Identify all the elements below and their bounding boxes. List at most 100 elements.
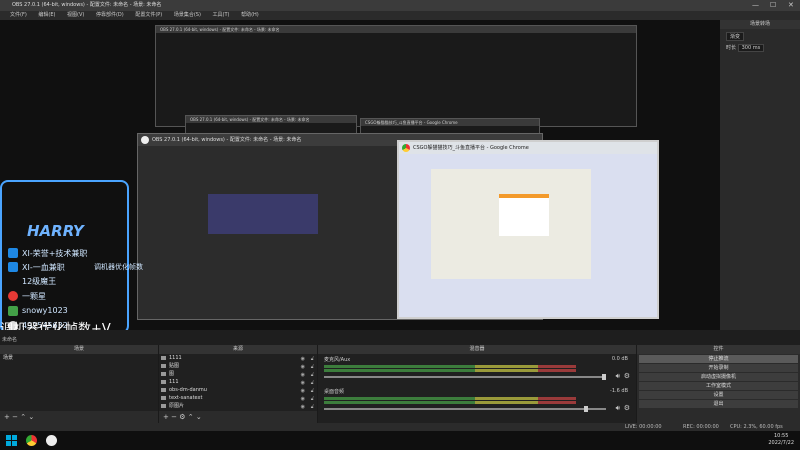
captured-obs-title: OBS 27.0.1 (64-bit, windows) - 配置文件: 未命名… [152,137,302,143]
browser-source-icon [161,388,166,392]
source-down-button[interactable]: ⌄ [196,413,202,421]
obs-logo-icon [141,136,149,144]
clock-time: 10:55 [773,433,789,439]
close-button[interactable]: ✕ [788,0,794,11]
overlay-big-text: 调机器优化帧数+V [0,322,111,330]
wechat-icon [8,306,18,316]
menu-profile[interactable]: 配置文件(P) [135,12,162,18]
lock-icon[interactable]: 🔓︎ [311,403,314,411]
duration-input[interactable]: 300 ms [737,44,765,52]
eye-icon[interactable]: ◉ [301,403,305,411]
minimize-button[interactable]: — [752,0,759,11]
current-scene-label: 未命名 [2,337,18,343]
menu-tools[interactable]: 工具(T) [213,12,230,18]
scene-transitions-panel: 场景转场 渐变 时长 300 ms [720,20,800,330]
text-source-icon [161,404,166,408]
chrome-taskbar-icon[interactable] [26,435,37,446]
scene-down-button[interactable]: ⌄ [28,413,34,421]
sources-title: 来源 [159,345,317,354]
mixer-title: 混音器 [318,345,636,354]
cpu-status: CPU: 2.3%, 60.00 fps [730,424,783,430]
transition-select[interactable]: 渐变 [726,32,745,41]
text-source-icon [161,356,166,360]
chrome-logo-icon [402,144,410,152]
menu-view[interactable]: 视图(V) [67,12,84,18]
exit-button[interactable]: 退出 [639,400,798,408]
settings-button[interactable]: 设置 [639,391,798,399]
volume-slider[interactable] [324,406,606,412]
source-item[interactable]: text-sanatext ◉ 🔓︎ [159,394,317,402]
live-status: LIVE: 00:00:00 [625,424,662,430]
volume-slider[interactable] [324,374,606,380]
menu-docks[interactable]: 停靠部件(D) [96,12,124,18]
slider-knob[interactable] [602,374,606,380]
gear-icon[interactable]: ⚙ [624,404,630,412]
streamer-info-overlay: HARRY XI-荣誉+技术兼职 XI-一血兼职 12级魔王 一颗星 snowy… [0,180,143,330]
menu-scene-collection[interactable]: 场景集合(S) [174,12,201,18]
weibo-icon [8,291,18,301]
speaker-icon[interactable]: 🔊︎ [616,372,620,381]
start-recording-button[interactable]: 开始录制 [639,364,798,372]
gear-icon[interactable]: ⚙ [624,372,630,380]
title-bar: OBS 27.0.1 (64-bit, windows) - 配置文件: 未命名… [0,0,800,11]
source-name: 1111 [169,355,182,361]
maximize-button[interactable]: ☐ [770,0,776,11]
studio-mode-button[interactable]: 工作室模式 [639,382,798,390]
mixer-channel-desktop: 桌面音频 -1.6 dB 🔊︎ ⚙ [318,388,636,416]
window-title: OBS 27.0.1 (64-bit, windows) - 配置文件: 未命名… [12,2,162,8]
source-item[interactable]: 1111 ◉ 🔓︎ [159,354,317,362]
scene-item[interactable]: 场景 [0,354,158,362]
controls-title: 控件 [637,345,800,354]
add-source-button[interactable]: + [163,413,169,421]
menu-file[interactable]: 文件(F) [10,12,27,18]
clock[interactable]: 10:55 2022/7/22 [768,433,794,447]
overlay-line-4: 一颗星 [22,292,46,301]
source-name: 贴图 [169,363,180,369]
source-properties-button[interactable]: ⚙ [179,413,185,421]
source-item[interactable]: 111 ◉ 🔓︎ [159,378,317,386]
stop-streaming-button[interactable]: 停止推流 [639,355,798,363]
source-name: 原图片 [169,403,185,409]
menu-help[interactable]: 帮助(H) [241,12,259,18]
obs-taskbar-icon[interactable] [46,435,57,446]
speaker-icon[interactable]: 🔊︎ [616,404,620,413]
channel-name: 麦克风/Aux [324,357,351,363]
menu-bar: 文件(F) 编辑(E) 视图(V) 停靠部件(D) 配置文件(P) 场景集合(S… [0,11,800,20]
overlay-side-text: 调机器优化帧数 [94,263,143,271]
tieba-icon [8,248,18,258]
overlay-line-5: snowy1023 [22,306,68,315]
remove-source-button[interactable]: − [171,413,177,421]
controls-dock: 控件 停止推流 开始录制 启动虚拟摄像机 工作室模式 设置 退出 [637,345,800,423]
scene-up-button[interactable]: ⌃ [20,413,26,421]
taskbar: 10:55 2022/7/22 [0,431,800,450]
level-meter [324,365,576,368]
add-scene-button[interactable]: + [4,413,10,421]
scenes-dock: 场景 场景 + − ⌃ ⌄ [0,345,159,423]
source-item[interactable]: 原图片 ◉ 🔓︎ [159,402,317,410]
menu-edit[interactable]: 编辑(E) [38,12,55,18]
source-name: 图 [169,371,175,377]
captured-chrome-window: CSGO躲猫猫技巧_斗鱼直播平台 - Google Chrome [397,140,659,319]
overlay-logo: HARRY [27,222,84,240]
source-item[interactable]: 贴图 ◉ 🔓︎ [159,362,317,370]
image-source-icon [161,372,166,376]
duration-label: 时长 [726,45,737,51]
preview-canvas[interactable]: OBS 27.0.1 (64-bit, windows) - 配置文件: 未命名… [0,20,720,330]
tieba-icon-2 [8,262,18,272]
remove-scene-button[interactable]: − [12,413,18,421]
chrome-page [399,154,657,317]
nested-chrome-title: CSGO躲猫猫技巧_斗鱼直播平台 - Google Chrome [361,119,539,126]
start-menu-icon[interactable] [6,435,17,446]
source-item[interactable]: 图 ◉ 🔓︎ [159,370,317,378]
slider-knob[interactable] [584,406,588,412]
source-name: 111 [169,379,179,385]
source-up-button[interactable]: ⌃ [188,413,194,421]
virtual-camera-button[interactable]: 启动虚拟摄像机 [639,373,798,381]
mixer-channel-mic: 麦克风/Aux 0.0 dB 🔊︎ ⚙ [318,356,636,384]
overlay-line-3: 12级魔王 [22,277,57,286]
scenes-toolbar: + − ⌃ ⌄ [0,411,158,423]
overlay-line-2: XI-一血兼职 [22,263,65,272]
transitions-title: 场景转场 [720,20,800,29]
nested-obs-window: OBS 27.0.1 (64-bit, windows) - 配置文件: 未命名… [155,25,637,127]
source-item[interactable]: obs-dm-danmu ◉ 🔓︎ [159,386,317,394]
